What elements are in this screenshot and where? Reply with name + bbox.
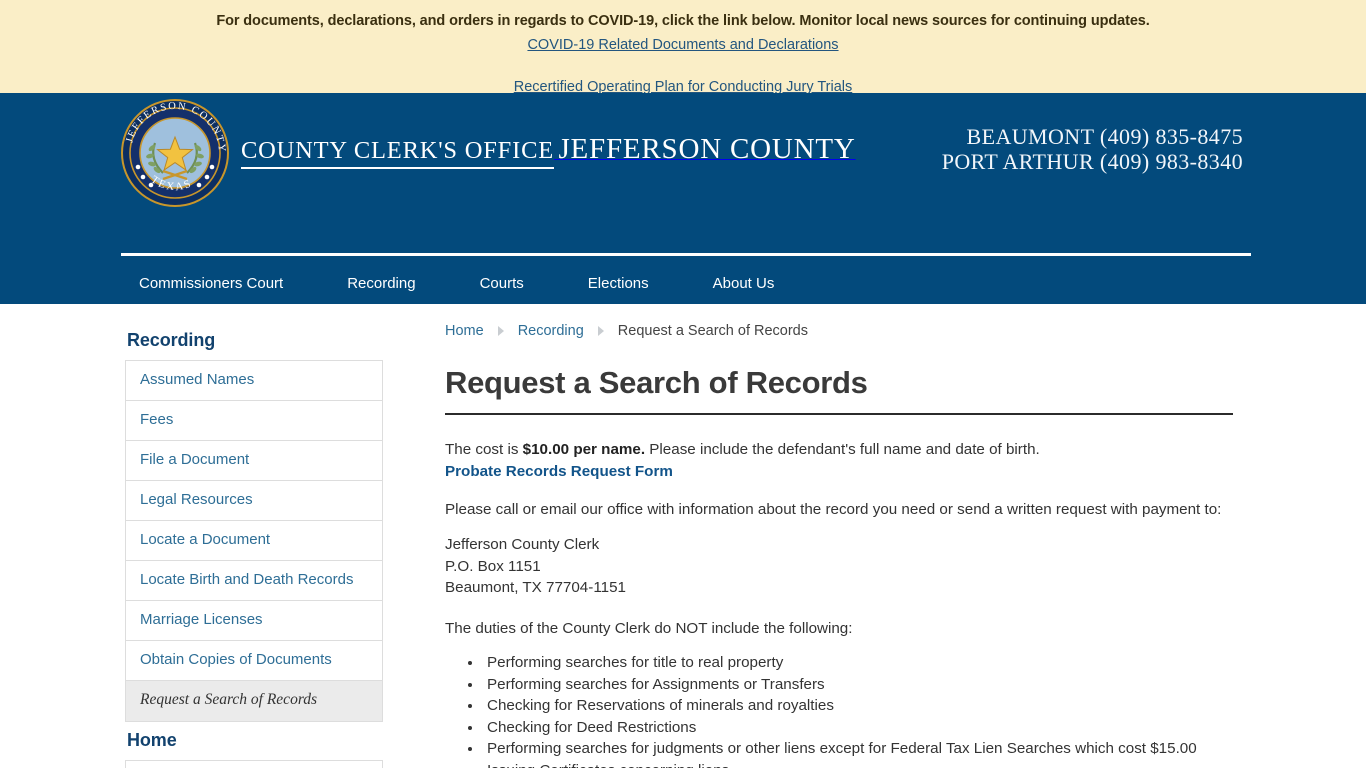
site-brand-logo[interactable]: JEFFERSON COUNTY TEXAS COUNTY CLERK'S OF… [121, 99, 856, 207]
breadcrumb-item-recording[interactable]: Recording [518, 323, 584, 339]
phone-beaumont: BEAUMONT (409) 835-8475 [966, 124, 1243, 149]
list-item: Commissioners Court [126, 761, 382, 768]
list-item: Marriage Licenses [126, 601, 382, 641]
alert-message: For documents, declarations, and orders … [216, 13, 1150, 29]
nav-item-about-us[interactable]: About Us [699, 263, 789, 304]
sidebar-item-marriage-licenses[interactable]: Marriage Licenses [126, 601, 382, 640]
covid-alert-banner: For documents, declarations, and orders … [0, 0, 1366, 95]
instructions-paragraph: Please call or email our office with inf… [445, 500, 1222, 518]
duty-list-item: Issuing Certificates concerning liens [483, 760, 1233, 768]
chevron-right-icon [497, 326, 504, 336]
sidebar-item-locate-birth-and-death-records[interactable]: Locate Birth and Death Records [126, 561, 382, 600]
duties-intro: The duties of the County Clerk do NOT in… [445, 619, 853, 637]
list-item: File a Document [126, 441, 382, 481]
sidebar-item-commissioners-court[interactable]: Commissioners Court [126, 761, 382, 768]
nav-item-commissioners-court[interactable]: Commissioners Court [125, 263, 297, 304]
breadcrumb-item-request-a-search-of-records: Request a Search of Records [617, 323, 808, 339]
header-divider [121, 253, 1251, 256]
list-item: Legal Resources [126, 481, 382, 521]
cost-suffix: Please include the defendant's full name… [645, 441, 1040, 458]
list-item: Locate a Document [126, 521, 382, 561]
sidebar-heading-recording: Recording [127, 330, 216, 350]
sidebar-item-fees[interactable]: Fees [126, 401, 382, 440]
sidebar-list: Assumed Names Fees File a Document Legal Re… [125, 360, 383, 722]
covid-documents-link[interactable]: COVID-19 Related Documents and Declarati… [0, 34, 1366, 57]
county-name: JEFFERSON COUNTY [558, 132, 856, 165]
duty-list-item: Checking for Reservations of minerals an… [483, 695, 1233, 716]
jefferson-county-seal-icon: JEFFERSON COUNTY TEXAS [121, 99, 229, 207]
list-item: Locate Birth and Death Records [126, 561, 382, 601]
office-name: COUNTY CLERK'S OFFICE [241, 137, 554, 170]
nav-item-recording[interactable]: Recording [333, 263, 429, 304]
main-navigation: Commissioners Court Recording Courts Electi… [0, 263, 1366, 304]
chevron-right-icon [597, 326, 604, 336]
list-item: Obtain Copies of Documents [126, 641, 382, 681]
site-header: JEFFERSON COUNTY TEXAS COUNTY CLERK'S OF… [0, 93, 1366, 263]
phone-port-arthur: PORT ARTHUR (409) 983-8340 [941, 148, 1243, 174]
contact-phone-numbers: BEAUMONT (409) 835-8475 PORT ARTHUR (409… [941, 124, 1243, 174]
cost-paragraph: The cost is $10.00 per name. Please incl… [445, 439, 1233, 461]
breadcrumb-item-home[interactable]: Home [445, 323, 484, 339]
address-line-2: P.O. Box 1151 [445, 557, 541, 575]
sidebar-item-assumed-names[interactable]: Assumed Names [126, 361, 382, 400]
nav-item-courts[interactable]: Courts [466, 263, 538, 304]
sidebar-item-request-a-search-of-records[interactable]: Request a Search of Records [126, 681, 382, 721]
mailing-address: Jefferson County Clerk P.O. Box 1151 Bea… [445, 534, 1233, 599]
sidebar: Recording Assumed Names Fees File a Documen… [113, 322, 403, 768]
duty-list-item: Checking for Deed Restrictions [483, 717, 1233, 738]
sidebar-heading-home: Home [127, 729, 177, 750]
list-item: Fees [126, 401, 382, 441]
duty-list-item: Performing searches for Assignments or T… [483, 674, 1233, 695]
sidebar-item-legal-resources[interactable]: Legal Resources [126, 481, 382, 520]
address-line-1: Jefferson County Clerk [445, 536, 600, 554]
main-content: Home Recording Request a Search of Records… [403, 322, 1253, 768]
sidebar-item-locate-a-document[interactable]: Locate a Document [126, 521, 382, 560]
breadcrumb: Home Recording Request a Search of Records [445, 322, 1233, 339]
sidebar-item-file-a-document[interactable]: File a Document [126, 441, 382, 480]
probate-records-request-form-link[interactable]: Probate Records Request Form [445, 463, 1233, 480]
duty-list-item: Performing searches for title to real pr… [483, 652, 1233, 673]
address-line-3: Beaumont, TX 77704-1151 [445, 579, 626, 597]
list-item: Request a Search of Records [126, 681, 382, 722]
list-item: Assumed Names [126, 361, 382, 401]
cost-prefix: The cost is [445, 441, 523, 458]
duties-list: Performing searches for title to real pr… [465, 652, 1233, 768]
page-title: Request a Search of Records [445, 365, 1233, 415]
cost-amount: $10.00 per name. [522, 441, 646, 458]
duty-list-item: Performing searches for judgments or oth… [483, 738, 1233, 759]
sidebar-item-obtain-copies-of-documents[interactable]: Obtain Copies of Documents [126, 641, 382, 680]
sidebar-list: Commissioners CourtRecording [125, 759, 383, 768]
nav-item-elections[interactable]: Elections [574, 263, 663, 304]
